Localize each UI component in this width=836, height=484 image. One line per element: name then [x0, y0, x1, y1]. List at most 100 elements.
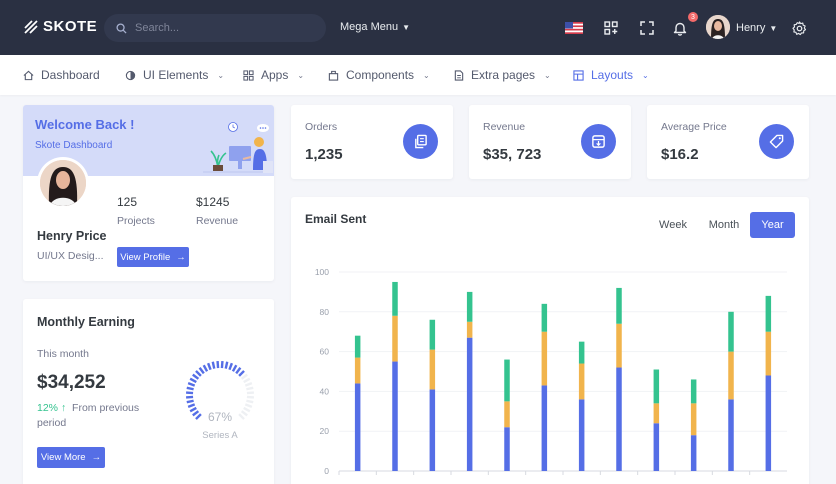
revenue-card-value: $35, 723	[483, 146, 542, 163]
brand-logo[interactable]: SKOTE	[24, 18, 97, 35]
bar-segment-feb	[392, 315, 398, 362]
view-profile-label: View Profile	[120, 251, 171, 263]
gauge-tick	[186, 386, 194, 391]
bar-segment-may	[504, 427, 510, 471]
workspace-illustration	[203, 122, 273, 173]
bar-segment-sep	[653, 403, 660, 424]
revenue-value: $1245	[196, 195, 230, 209]
earning-title: Monthly Earning	[37, 315, 135, 329]
bar-segment-mar	[429, 319, 436, 350]
topbar: SKOTE Mega Menu ▼ 3 Henry ▼	[0, 0, 836, 55]
average-price-value: $16.2	[661, 146, 699, 163]
arrow-right-icon: →	[176, 251, 186, 263]
chevron-down-icon: ⌄	[423, 70, 430, 80]
welcome-subtitle: Skote Dashboard	[35, 140, 113, 151]
nav-item-dashboard[interactable]: Dashboard	[23, 68, 100, 82]
bar-segment-feb	[392, 281, 398, 316]
profile-avatar[interactable]	[37, 157, 89, 209]
horizontal-nav: Dashboard UI Elements ⌄ Apps ⌄ Component…	[0, 55, 836, 95]
earning-amount: $34,252	[37, 372, 106, 393]
gauge-tick	[243, 406, 251, 413]
bar-segment-apr	[466, 337, 473, 471]
view-more-button[interactable]: View More →	[37, 447, 105, 468]
gauge-tick	[189, 377, 197, 384]
orders-value: 1,235	[305, 146, 343, 163]
profile-role: UI/UX Desig...	[37, 250, 104, 262]
gauge-tick	[192, 373, 200, 380]
gauge-tick	[228, 362, 234, 371]
email-sent-chart: 100 80 60 40 20 0	[315, 267, 787, 476]
bar-segment-jan	[354, 357, 361, 384]
gauge-tick	[231, 364, 238, 372]
period-year-button[interactable]: Year	[750, 212, 795, 238]
home-icon	[23, 70, 34, 80]
gauge-tick	[195, 413, 202, 420]
search-input[interactable]	[135, 22, 305, 34]
bar-segment-apr	[466, 291, 473, 322]
gauge-label: Series A	[202, 430, 238, 441]
nav-label: Components	[346, 68, 415, 82]
bar-segment-nov	[728, 311, 734, 352]
bar-segment-apr	[466, 321, 473, 338]
layout-icon	[573, 69, 584, 81]
chevron-down-icon: ⌄	[642, 70, 649, 80]
y-tick-label: 0	[324, 466, 329, 476]
gauge-tick	[238, 370, 245, 377]
nav-item-apps[interactable]: Apps ⌄	[243, 68, 304, 82]
gauge-tick	[198, 367, 205, 375]
earning-subtitle: This month	[37, 348, 89, 360]
gauge-tick	[189, 406, 197, 413]
welcome-card: Welcome Back ! Skote Dashboard 125 Proje…	[23, 105, 274, 281]
period-week-button[interactable]: Week	[651, 212, 695, 238]
copy-icon	[403, 124, 438, 159]
monthly-earning-card: Monthly Earning This month $34,252 12% ↑…	[23, 299, 274, 484]
chevron-down-icon: ⌄	[217, 70, 225, 80]
y-tick-label: 40	[320, 386, 330, 396]
tag-icon	[759, 124, 794, 159]
gauge-tick	[206, 362, 212, 371]
nav-item-components[interactable]: Components ⌄	[328, 68, 430, 82]
bar-segment-sep	[653, 423, 660, 471]
gauge-tick	[244, 403, 253, 409]
logo-icon	[24, 19, 38, 34]
email-sent-title: Email Sent	[305, 212, 367, 226]
user-name-label: Henry	[736, 22, 766, 34]
nav-item-extra-pages[interactable]: Extra pages ⌄	[454, 68, 551, 82]
settings-gear-icon[interactable]	[790, 19, 808, 37]
chevron-down-icon: ▼	[769, 23, 778, 33]
gauge-tick	[187, 381, 196, 387]
mega-menu-label: Mega Menu	[340, 21, 399, 33]
period-month-button[interactable]: Month	[701, 212, 747, 238]
arrow-up-icon: ↑	[60, 402, 67, 414]
apps-icon	[243, 69, 254, 81]
user-menu-button[interactable]: Henry ▼	[736, 22, 777, 34]
view-profile-button[interactable]: View Profile →	[117, 247, 189, 267]
gauge-tick	[186, 399, 194, 404]
brand-name: SKOTE	[43, 18, 98, 35]
notification-bell-icon[interactable]	[671, 19, 689, 37]
bar-segment-nov	[728, 351, 734, 400]
nav-item-layouts[interactable]: Layouts ⌄	[573, 68, 649, 82]
archive-in-icon	[581, 124, 616, 159]
bar-segment-may	[504, 359, 510, 402]
user-avatar[interactable]	[706, 15, 730, 39]
bar-segment-oct	[690, 379, 697, 404]
fullscreen-icon[interactable]	[638, 19, 656, 37]
search-icon	[116, 22, 127, 34]
orders-card: Orders 1,235	[291, 105, 453, 179]
revenue-label: Revenue	[196, 215, 239, 227]
profile-name: Henry Price	[37, 229, 107, 243]
gauge-tick	[192, 410, 200, 417]
bar-segment-dec	[765, 375, 772, 471]
nav-label: Dashboard	[41, 68, 100, 82]
us-flag-icon[interactable]	[565, 22, 583, 34]
apps-grid-icon[interactable]	[602, 19, 620, 37]
tools-icon	[125, 70, 136, 80]
search-box[interactable]	[104, 14, 326, 42]
change-percent: 12%	[37, 402, 59, 414]
mega-menu-button[interactable]: Mega Menu ▼	[340, 21, 410, 33]
nav-label: Layouts	[591, 68, 634, 82]
nav-label: Extra pages	[471, 68, 536, 82]
gauge-tick	[246, 386, 254, 391]
nav-item-ui-elements[interactable]: UI Elements ⌄	[125, 68, 224, 82]
